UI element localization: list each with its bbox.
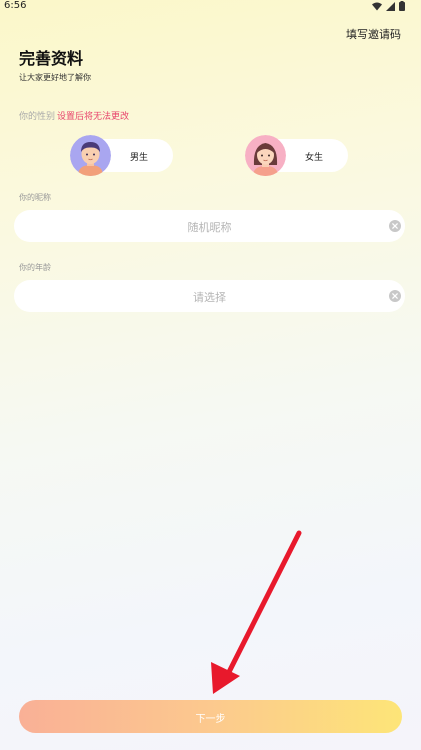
nickname-label: 你的昵称 (19, 193, 51, 202)
battery-icon (399, 1, 405, 11)
age-label: 你的年龄 (19, 263, 51, 272)
age-placeholder: 请选择 (193, 291, 226, 304)
clear-icon[interactable] (389, 290, 401, 302)
gender-option-female[interactable]: 女生 (245, 135, 348, 176)
invite-code-link[interactable]: 填写邀请码 (346, 26, 401, 42)
gender-warning: 设置后将无法更改 (57, 112, 130, 122)
gender-option-male-label: 男生 (130, 153, 149, 163)
gender-option-male[interactable]: 男生 (70, 135, 173, 176)
page-title: 完善资料 (19, 49, 84, 68)
next-button[interactable]: 下一步 (19, 700, 402, 733)
wifi-icon (372, 2, 382, 10)
age-select[interactable]: 请选择 (14, 280, 405, 312)
girl-avatar-icon (245, 135, 286, 176)
signal-icon (386, 1, 395, 11)
nickname-input[interactable]: 随机昵称 (14, 210, 405, 242)
boy-avatar-icon (70, 135, 111, 176)
status-time: 6:56 (4, 0, 27, 11)
clear-icon[interactable] (389, 220, 401, 232)
nickname-placeholder: 随机昵称 (187, 221, 232, 234)
gender-option-female-label: 女生 (305, 153, 324, 163)
gender-label: 你的性别 设置后将无法更改 (19, 109, 129, 122)
gender-label-text: 你的性别 (19, 112, 56, 122)
next-button-label: 下一步 (195, 714, 226, 725)
status-icons (372, 1, 405, 11)
page-subtitle: 让大家更好地了解你 (19, 73, 91, 82)
status-bar: 6:56 (0, 0, 421, 14)
